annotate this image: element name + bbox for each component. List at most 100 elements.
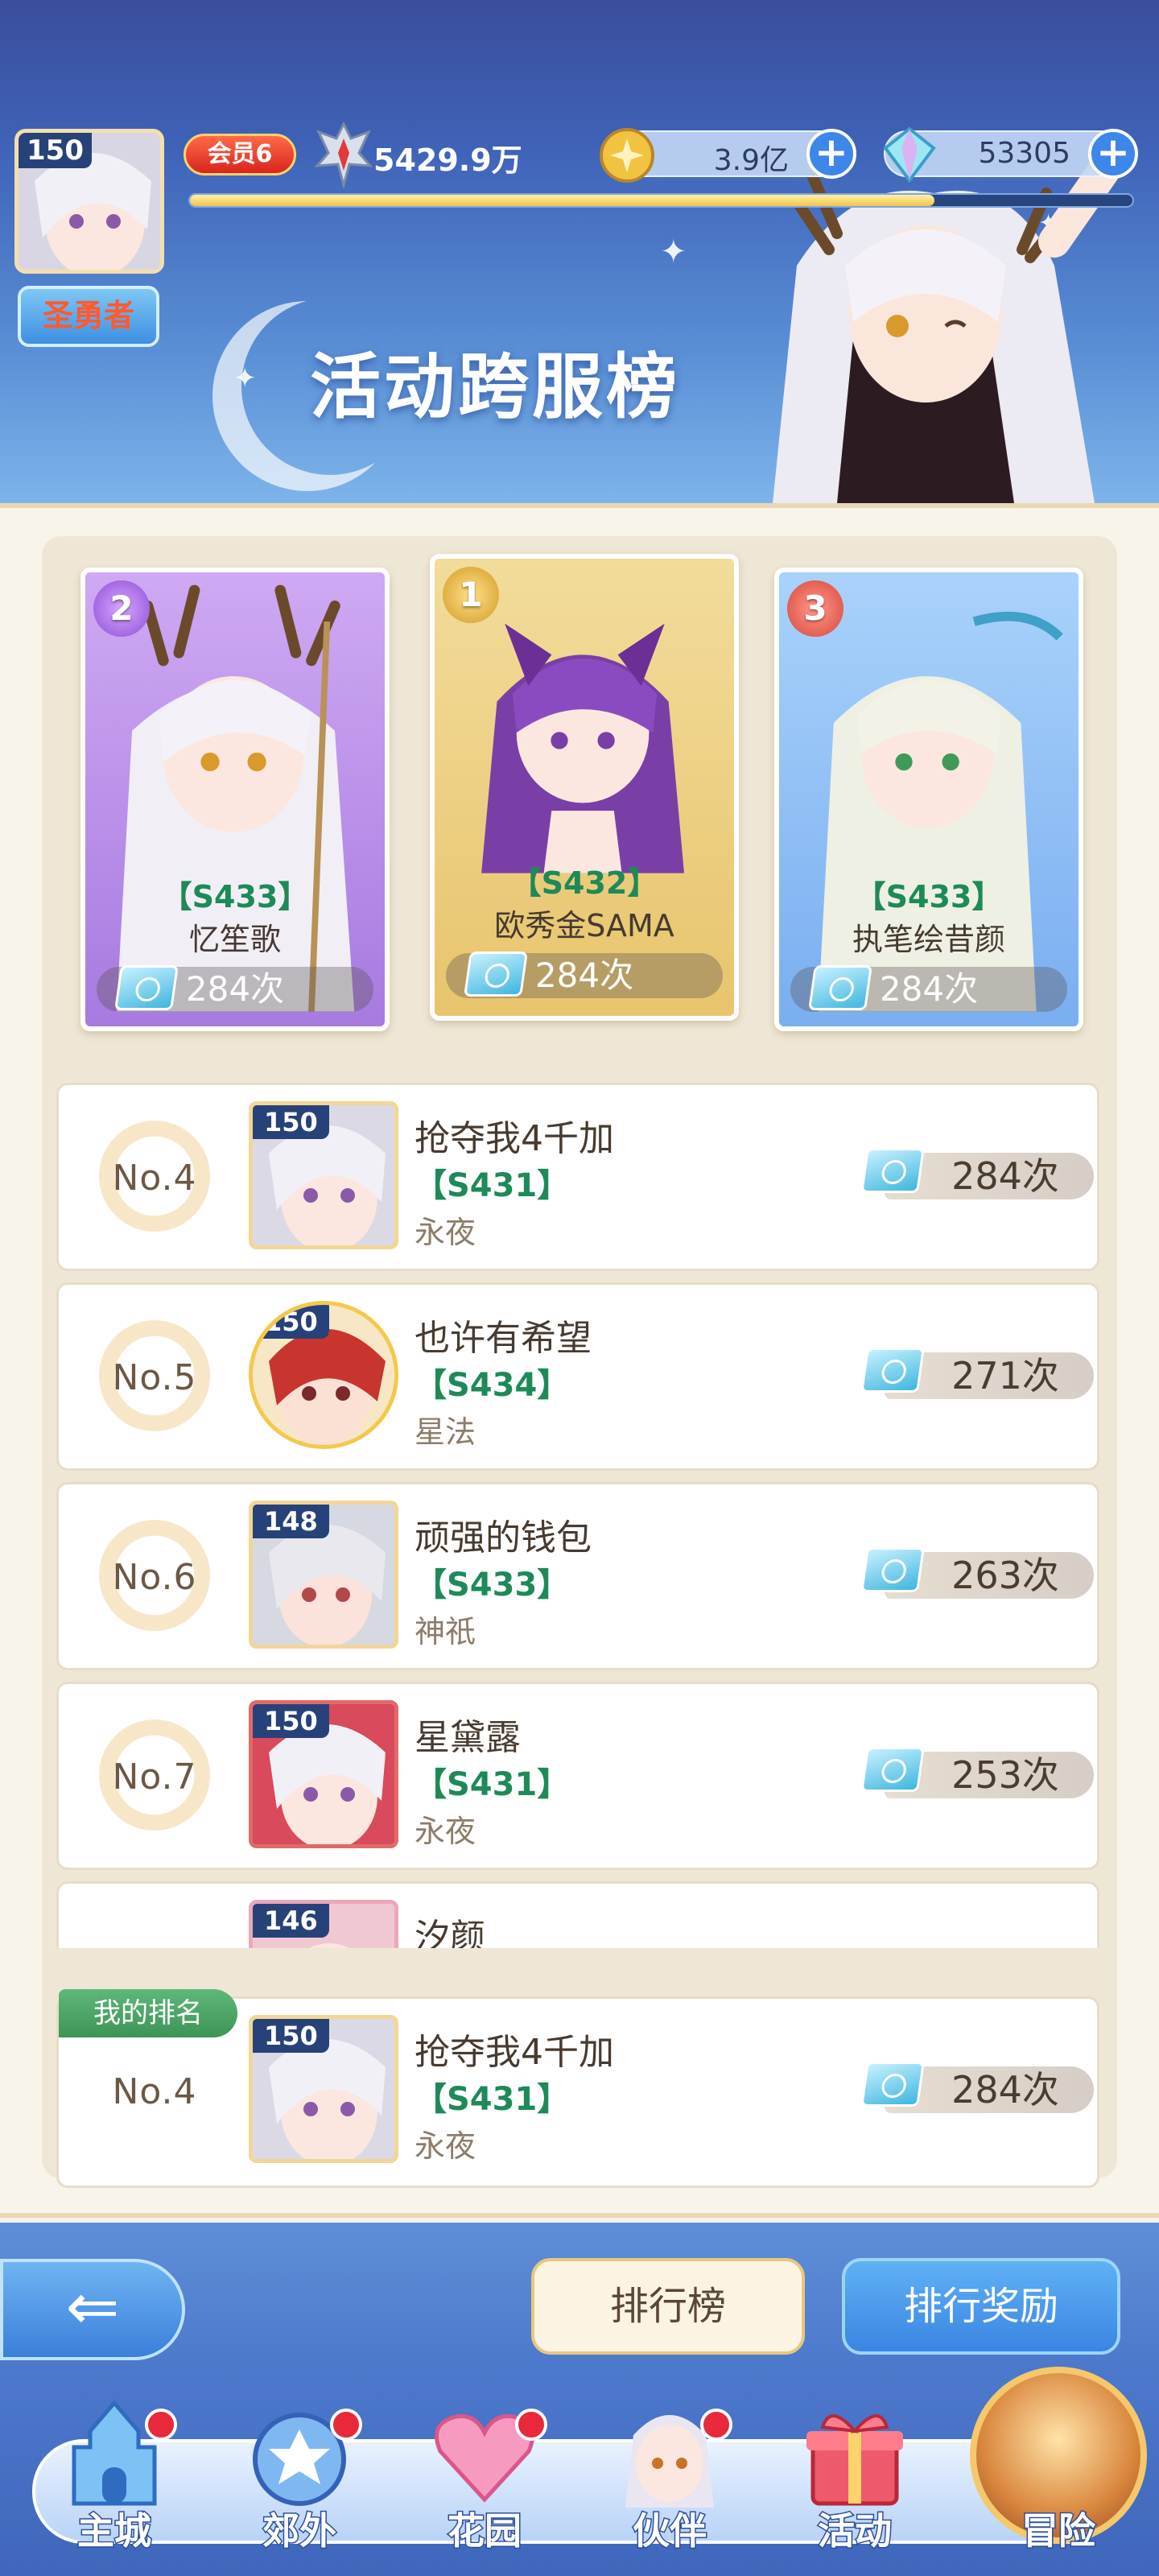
ranking-list[interactable]: No.4 150 抢夺我4千加 【S431】 永夜 284次 No.5 150 … (48, 1075, 1111, 1948)
podium-player-name: 忆笙歌 (188, 922, 281, 957)
book-icon (860, 1747, 925, 1792)
rank-number: No.5 (112, 1357, 197, 1398)
book-icon (860, 1547, 925, 1592)
rank-medal-3: 3 (787, 580, 843, 637)
nav-label: 主城 (76, 2508, 153, 2554)
book-icon (114, 965, 179, 1010)
nav-label: 伙伴 (632, 2508, 708, 2554)
nav-label: 冒险 (1021, 2508, 1097, 2554)
diamond-icon (883, 126, 936, 184)
podium-server: 【S433】 (855, 879, 1003, 914)
notification-dot (515, 2409, 547, 2441)
podium-server: 【S432】 (510, 865, 658, 901)
gift-icon (806, 2414, 903, 2506)
player-avatar[interactable]: 146 (249, 1900, 398, 1948)
player-server: 【S431】 (415, 1167, 570, 1204)
notification-dot (700, 2409, 732, 2441)
book-icon (464, 952, 528, 997)
gem-value: 53305 (978, 137, 1070, 170)
rank-star-emblem: No.7 (99, 1719, 210, 1831)
player-name: 也许有希望 (415, 1318, 592, 1359)
player-name: 星黛露 (415, 1717, 521, 1758)
rank-star-emblem: No.5 (99, 1320, 210, 1431)
leaderboard-button[interactable]: 排行榜 (531, 2258, 805, 2355)
my-avatar[interactable]: 150 (249, 2015, 398, 2163)
podium-card-rank-1[interactable]: 1 【S432】 欧秀金SAMA 284次 (430, 554, 739, 1021)
my-name: 抢夺我4千加 (415, 2032, 614, 2073)
nav-partners[interactable]: 伙伴 (589, 2399, 750, 2560)
player-level-badge: 150 (253, 2019, 329, 2053)
ranking-row[interactable]: 146 汐颜 (56, 1881, 1099, 1948)
podium-card-rank-3[interactable]: 3 【S433】 执笔绘昔颜 284次 (774, 568, 1083, 1031)
player-avatar[interactable]: 148 (249, 1501, 398, 1649)
add-gem-button[interactable]: + (1088, 129, 1138, 179)
ranking-row[interactable]: No.6 148 顽强的钱包 【S433】 神祇 263次 (56, 1482, 1099, 1670)
nav-garden[interactable]: 花园 (404, 2399, 565, 2560)
rank-medal-2: 2 (93, 580, 150, 637)
my-rank-number: No.4 (112, 2071, 197, 2112)
rank-number: No.7 (112, 1757, 197, 1798)
bottom-nav-bar (32, 2439, 1119, 2544)
back-arrow-icon: ⇐ (65, 2269, 120, 2344)
experience-bar (188, 193, 1134, 208)
rank-number: No.6 (112, 1557, 197, 1598)
nav-events[interactable]: 活动 (774, 2399, 935, 2560)
player-name: 汐颜 (415, 1917, 485, 1948)
combat-power-value: 5429.9万 (373, 142, 522, 178)
podium-player-name: 执笔绘昔颜 (852, 922, 1005, 957)
podium-server: 【S433】 (161, 879, 309, 914)
power-crest-icon (314, 121, 373, 188)
player-level-badge: 150 (19, 133, 92, 168)
nav-outskirts[interactable]: 郊外 (219, 2399, 380, 2560)
gold-currency-bar: 3.9亿 + (600, 128, 856, 183)
nav-label: 花园 (447, 2508, 523, 2554)
player-name: 抢夺我4千加 (415, 1118, 614, 1159)
player-guild: 神祇 (415, 1614, 476, 1649)
back-button[interactable]: ⇐ (0, 2259, 185, 2360)
player-avatar[interactable]: 150 (14, 129, 164, 274)
experience-fill (190, 195, 935, 206)
notification-dot (145, 2409, 177, 2441)
podium-character-art (481, 623, 684, 873)
player-guild: 永夜 (415, 1814, 476, 1849)
podium-card-rank-2[interactable]: 2 【S433】 忆笙歌 284次 (80, 568, 390, 1031)
rank-medal-1: 1 (443, 567, 499, 623)
player-server: 【S431】 (415, 1766, 570, 1803)
ranking-row[interactable]: No.4 150 抢夺我4千加 【S431】 永夜 284次 (56, 1083, 1099, 1271)
podium-player-name: 欧秀金SAMA (494, 908, 674, 943)
nav-adventure[interactable]: 冒险 (970, 2367, 1147, 2554)
my-rank-row[interactable]: 我的排名 No.4 150 抢夺我4千加 【S431】 永夜 284次 (56, 1989, 1099, 2188)
rank-star-emblem: No.6 (99, 1520, 210, 1631)
player-guild: 星法 (415, 1414, 476, 1450)
notification-dot (330, 2409, 362, 2441)
player-title-badge[interactable]: 圣勇者 (18, 286, 159, 347)
player-name: 顽强的钱包 (415, 1517, 592, 1558)
page-title: 活动跨服榜 (310, 345, 681, 428)
player-avatar[interactable]: 150 (249, 1101, 398, 1249)
book-icon (808, 965, 872, 1010)
book-icon (860, 1348, 925, 1393)
nav-label: 活动 (817, 2508, 893, 2554)
my-guild: 永夜 (415, 2128, 476, 2164)
player-level-badge: 150 (253, 1704, 329, 1738)
player-server: 【S434】 (415, 1367, 570, 1404)
gold-coin-icon (600, 128, 654, 183)
book-icon (860, 1946, 925, 1948)
rank-number: No.4 (112, 1158, 197, 1199)
ranking-row[interactable]: No.7 150 星黛露 【S431】 永夜 253次 (56, 1682, 1099, 1870)
rank-star-emblem: No.4 (99, 1121, 210, 1232)
book-icon (860, 2062, 925, 2107)
player-server: 【S433】 (415, 1567, 570, 1604)
nav-main-city[interactable]: 主城 (34, 2399, 195, 2560)
add-gold-button[interactable]: + (806, 129, 856, 179)
player-level-badge: 146 (253, 1904, 329, 1938)
player-avatar[interactable]: 150 (249, 1301, 398, 1449)
vip-badge[interactable]: 会员6 (184, 134, 296, 175)
book-icon (860, 1148, 925, 1193)
ranking-row[interactable]: No.5 150 也许有希望 【S434】 星法 271次 (56, 1282, 1099, 1471)
gem-currency-bar: 53305 + (883, 126, 1138, 184)
player-avatar[interactable]: 150 (249, 1700, 398, 1848)
rank-rewards-button[interactable]: 排行奖励 (842, 2258, 1120, 2355)
nav-label: 郊外 (262, 2508, 338, 2554)
player-level-badge: 148 (253, 1505, 329, 1538)
